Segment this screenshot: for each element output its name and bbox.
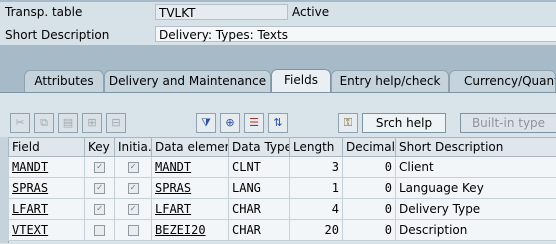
tab-currency-quantity[interactable]: Currency/Quanti	[449, 70, 556, 92]
key-checkbox[interactable]: ✓	[94, 204, 105, 215]
initial-cell[interactable]: ✓	[115, 178, 152, 199]
data-type-cell[interactable]: CHAR	[229, 199, 290, 220]
initial-cell[interactable]: ✓	[115, 157, 152, 178]
built-in-type-button[interactable]: Built-in type	[460, 113, 556, 133]
initial-checkbox[interactable]: ✓	[128, 204, 139, 215]
col-short-description[interactable]: Short Description	[396, 138, 556, 157]
short-description-label: Short Description	[5, 27, 109, 43]
table-row[interactable]: MANDT ✓ ✓ MANDT CLNT 3 0 Client	[9, 157, 556, 178]
col-decimal[interactable]: Decimal...	[343, 138, 396, 157]
tab-entry-help-check[interactable]: Entry help/check	[331, 70, 449, 92]
decimal-cell[interactable]: 0	[343, 157, 396, 178]
field-cell[interactable]: SPRAS	[9, 178, 85, 199]
tab-delivery-maintenance[interactable]: Delivery and Maintenance	[104, 70, 271, 92]
col-key[interactable]: Key	[85, 138, 115, 157]
short-description-cell: Description	[396, 220, 556, 241]
initial-checkbox[interactable]: ✓	[128, 162, 139, 173]
data-element-cell[interactable]: SPRAS	[152, 178, 229, 199]
initial-checkbox[interactable]: ✓	[128, 183, 139, 194]
data-element-cell[interactable]: MANDT	[152, 157, 229, 178]
key-cell[interactable]: ✓	[85, 199, 115, 220]
table-row[interactable]: SPRAS ✓ ✓ SPRAS LANG 1 0 Language Key	[9, 178, 556, 199]
length-cell[interactable]: 20	[290, 220, 343, 241]
key-cell[interactable]: ✓	[85, 157, 115, 178]
filter-icon[interactable]: ⧩	[196, 113, 216, 133]
col-data-type[interactable]: Data Type	[229, 138, 290, 157]
initial-checkbox[interactable]	[128, 225, 139, 236]
field-name[interactable]: LFART	[12, 202, 48, 216]
sort-icon[interactable]: ⇅	[268, 113, 288, 133]
field-cell[interactable]: VTEXT	[9, 220, 85, 241]
decimal-cell[interactable]: 0	[343, 199, 396, 220]
length-cell[interactable]: 4	[290, 199, 343, 220]
key-cell[interactable]	[85, 220, 115, 241]
data-type-cell[interactable]: CLNT	[229, 157, 290, 178]
length-cell[interactable]: 1	[290, 178, 343, 199]
decimal-cell[interactable]: 0	[343, 220, 396, 241]
insert-row-icon[interactable]: ⊞	[82, 113, 102, 133]
field-cell[interactable]: LFART	[9, 199, 85, 220]
data-type-cell[interactable]: CHAR	[229, 220, 290, 241]
key-cell[interactable]: ✓	[85, 178, 115, 199]
delete-row-icon[interactable]: ⊟	[106, 113, 126, 133]
col-data-element[interactable]: Data element	[152, 138, 229, 157]
data-element-name[interactable]: BEZEI20	[155, 223, 206, 237]
copy-icon[interactable]: ⧉	[34, 113, 54, 133]
data-element-cell[interactable]: LFART	[152, 199, 229, 220]
initial-cell[interactable]	[115, 220, 152, 241]
table-header-row: Field Key Initia... Data element Data Ty…	[9, 138, 556, 157]
field-name[interactable]: SPRAS	[12, 181, 48, 195]
decimal-cell[interactable]: 0	[343, 178, 396, 199]
tab-strip: Attributes Delivery and Maintenance Fiel…	[0, 70, 556, 92]
data-type-cell[interactable]: LANG	[229, 178, 290, 199]
key-checkbox[interactable]	[94, 225, 105, 236]
length-cell[interactable]: 3	[290, 157, 343, 178]
paste-icon[interactable]: ▤	[58, 113, 78, 133]
short-description-cell: Language Key	[396, 178, 556, 199]
field-cell[interactable]: MANDT	[9, 157, 85, 178]
col-length[interactable]: Length	[290, 138, 343, 157]
cut-icon[interactable]: ✂	[10, 113, 30, 133]
new-rows-icon[interactable]: ⊕	[220, 113, 240, 133]
data-element-name[interactable]: MANDT	[155, 160, 191, 174]
data-element-cell[interactable]: BEZEI20	[152, 220, 229, 241]
tab-attributes[interactable]: Attributes	[24, 70, 104, 92]
key-checkbox[interactable]: ✓	[94, 183, 105, 194]
search-key-icon[interactable]: ⚿	[338, 113, 358, 133]
short-description-cell: Client	[396, 157, 556, 178]
short-description-field[interactable]: Delivery: Types: Texts	[155, 26, 556, 42]
tree-icon[interactable]: ☰	[244, 113, 264, 133]
field-name[interactable]: VTEXT	[12, 223, 48, 237]
search-help-button[interactable]: Srch help	[362, 113, 446, 133]
key-checkbox[interactable]: ✓	[94, 162, 105, 173]
data-element-name[interactable]: LFART	[155, 202, 191, 216]
table-row[interactable]: VTEXT BEZEI20 CHAR 20 0 Description	[9, 220, 556, 241]
col-field[interactable]: Field	[9, 138, 85, 157]
col-initial[interactable]: Initia...	[115, 138, 152, 157]
transp-table-label: Transp. table	[5, 4, 82, 20]
fields-table: Field Key Initia... Data element Data Ty…	[8, 137, 556, 241]
initial-cell[interactable]: ✓	[115, 199, 152, 220]
status-text: Active	[292, 4, 329, 20]
short-description-cell: Delivery Type	[396, 199, 556, 220]
tab-fields[interactable]: Fields	[271, 69, 331, 93]
data-element-name[interactable]: SPRAS	[155, 181, 191, 195]
transp-table-field[interactable]: TVLKT	[155, 4, 288, 20]
table-row[interactable]: LFART ✓ ✓ LFART CHAR 4 0 Delivery Type	[9, 199, 556, 220]
field-name[interactable]: MANDT	[12, 160, 48, 174]
